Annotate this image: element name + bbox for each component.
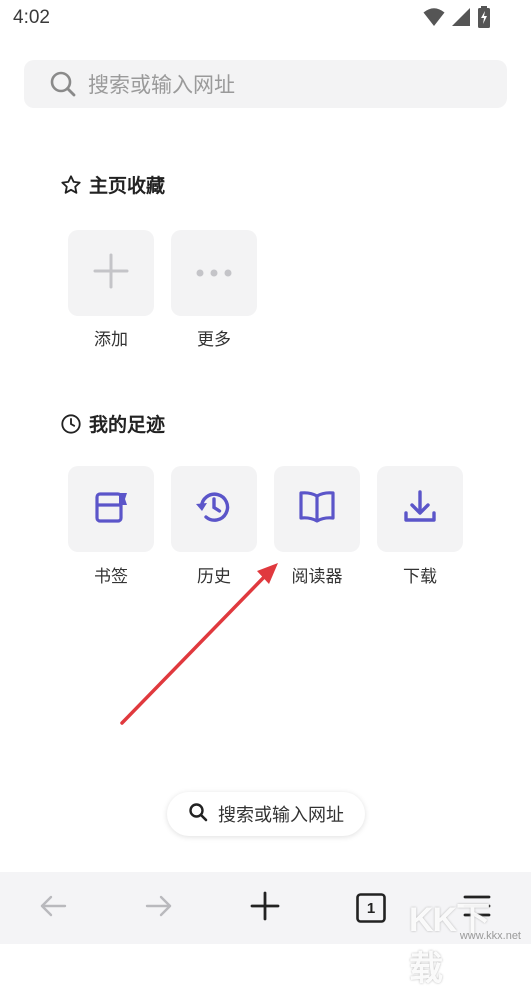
history-label: 历史 — [197, 567, 231, 587]
forward-icon — [144, 894, 174, 922]
battery-charging-icon — [477, 6, 491, 32]
downloads-button[interactable] — [377, 466, 463, 552]
status-bar: 4:02 — [0, 0, 531, 38]
tabs-button[interactable]: 1 — [351, 888, 391, 928]
bookmarks-button[interactable] — [68, 466, 154, 552]
new-tab-button[interactable] — [245, 888, 285, 928]
search-icon — [48, 69, 78, 99]
back-icon — [38, 894, 68, 922]
reader-label: 阅读器 — [291, 567, 343, 587]
history-button[interactable] — [171, 466, 257, 552]
search-bar[interactable]: 搜索或输入网址 — [24, 60, 507, 108]
forward-button[interactable] — [139, 888, 179, 928]
bookmark-icon — [91, 487, 131, 531]
clock-icon — [60, 413, 82, 435]
tab-count: 1 — [366, 899, 376, 917]
plus-icon — [91, 251, 131, 295]
floating-search-button[interactable]: 搜索或输入网址 — [167, 792, 365, 836]
downloads-label: 下载 — [403, 567, 437, 587]
footprints-title: 我的足迹 — [89, 414, 166, 436]
search-placeholder: 搜索或输入网址 — [88, 73, 235, 97]
signal-icon — [451, 7, 471, 31]
plus-icon — [249, 890, 281, 926]
wifi-icon — [423, 7, 445, 31]
status-icons — [423, 6, 491, 32]
add-favorite-button[interactable] — [68, 230, 154, 316]
add-favorite-label: 添加 — [94, 330, 128, 350]
floating-search-label: 搜索或输入网址 — [218, 805, 344, 826]
more-favorites-label: 更多 — [197, 330, 231, 350]
reader-book-icon — [296, 486, 338, 532]
reader-button[interactable] — [274, 466, 360, 552]
bookmarks-label: 书签 — [94, 567, 128, 587]
watermark-url: www.kkx.net — [459, 930, 521, 942]
more-favorites-button[interactable] — [171, 230, 257, 316]
favorites-section-title: 主页收藏 — [60, 171, 165, 198]
search-icon — [188, 802, 208, 826]
back-button[interactable] — [33, 888, 73, 928]
tabs-icon: 1 — [355, 892, 387, 924]
watermark: KK下载 www.kkx.net — [409, 896, 527, 988]
star-outline-icon — [60, 174, 82, 196]
favorites-title: 主页收藏 — [89, 175, 166, 197]
status-time: 4:02 — [13, 7, 50, 28]
footprints-section-title: 我的足迹 — [60, 410, 165, 437]
more-dots-icon — [194, 264, 234, 283]
history-icon — [193, 486, 235, 532]
download-icon — [400, 487, 440, 531]
